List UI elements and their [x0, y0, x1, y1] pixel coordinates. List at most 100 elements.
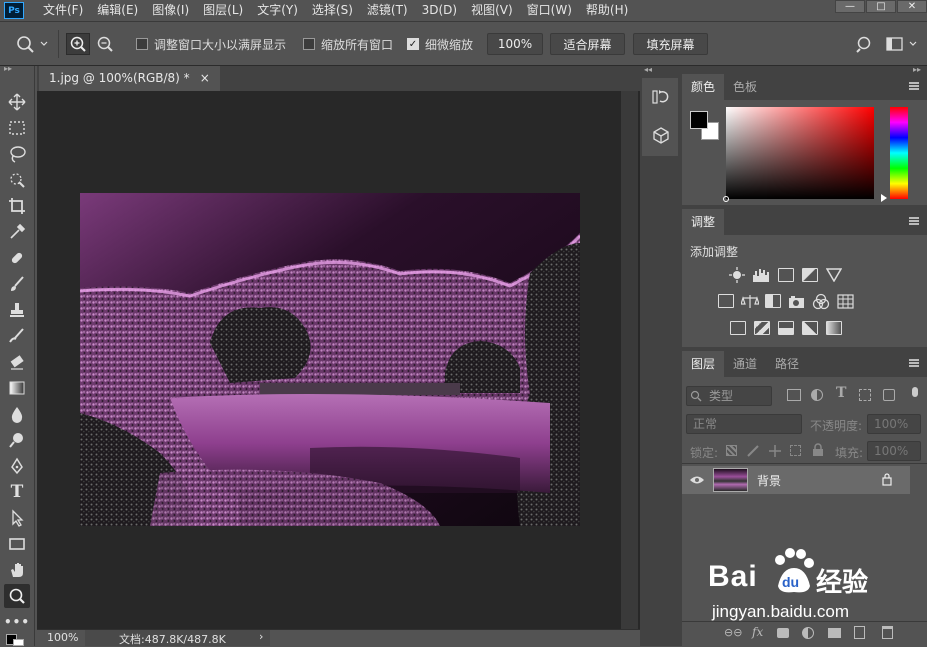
tab-layers[interactable]: 图层 [682, 351, 725, 377]
eye-icon[interactable] [689, 475, 705, 485]
layer-row-background[interactable]: 背景 [682, 466, 910, 494]
dodge-tool[interactable] [4, 428, 30, 452]
invert-icon[interactable] [730, 321, 746, 335]
maximize-button[interactable]: □ [866, 0, 896, 13]
eyedropper-tool[interactable] [4, 220, 30, 244]
scrubby-zoom-option[interactable]: ✓ 细微缩放 [407, 33, 473, 55]
marquee-tool[interactable] [4, 116, 30, 140]
foreground-color-swatch[interactable] [690, 111, 708, 129]
layers-panel-menu-icon[interactable] [909, 359, 919, 367]
move-tool[interactable] [4, 90, 30, 114]
path-selection-tool[interactable] [4, 506, 30, 530]
hue-slider[interactable] [890, 107, 908, 199]
layer-name[interactable]: 背景 [757, 472, 781, 489]
vibrance-icon[interactable] [826, 268, 842, 282]
channel-mixer-icon[interactable] [812, 293, 830, 311]
levels-icon[interactable] [752, 267, 772, 283]
quick-selection-tool[interactable] [4, 168, 30, 192]
color-panel-menu-icon[interactable] [909, 82, 919, 90]
black-white-icon[interactable] [765, 294, 781, 308]
lock-all-icon[interactable] [812, 443, 824, 457]
type-tool[interactable]: T [4, 480, 30, 504]
menu-layer[interactable]: 图层(L) [196, 0, 250, 21]
zoom-all-option[interactable]: 缩放所有窗口 [303, 33, 393, 55]
gradient-map-icon[interactable] [826, 321, 842, 335]
lock-transparent-icon[interactable] [726, 445, 737, 456]
resize-windows-checkbox[interactable] [136, 38, 148, 50]
history-panel-button[interactable] [652, 88, 670, 109]
zoom-percent-field[interactable]: 100% [487, 33, 543, 55]
workspace-switcher[interactable] [886, 33, 920, 55]
close-button[interactable]: ✕ [897, 0, 927, 13]
fit-screen-button[interactable]: 适合屏幕 [550, 33, 625, 55]
collapse-toolbar-icon[interactable]: ▸▸ [4, 64, 12, 73]
fill-field[interactable]: 100% [867, 441, 921, 461]
blend-mode-select[interactable]: 正常 [686, 414, 802, 434]
photo-filter-icon[interactable] [788, 294, 806, 310]
vertical-scrollbar[interactable] [621, 91, 638, 629]
brush-tool[interactable] [4, 272, 30, 296]
color-balance-icon[interactable] [741, 294, 759, 310]
tab-channels[interactable]: 通道 [724, 351, 766, 377]
properties-3d-button[interactable] [652, 126, 670, 147]
filter-adjustment-icon[interactable] [811, 389, 823, 401]
lock-pixels-icon[interactable] [746, 444, 760, 458]
status-menu-arrow[interactable]: › [259, 630, 263, 643]
curves-icon[interactable] [778, 268, 794, 282]
menu-select[interactable]: 选择(S) [305, 0, 360, 21]
filter-type-icon[interactable]: T [836, 385, 846, 401]
search-button[interactable] [856, 33, 874, 55]
rectangle-tool[interactable] [4, 532, 30, 556]
filter-smart-object-icon[interactable] [883, 389, 895, 401]
brightness-contrast-icon[interactable] [729, 267, 745, 283]
collapse-right-icon[interactable]: ▸▸ [913, 65, 921, 74]
color-swatches[interactable] [6, 634, 30, 646]
blur-tool[interactable] [4, 402, 30, 426]
selective-color-icon[interactable] [802, 321, 818, 335]
color-picker-handle[interactable] [723, 196, 729, 202]
pen-tool[interactable] [4, 454, 30, 478]
posterize-icon[interactable] [754, 321, 770, 335]
status-zoom[interactable]: 100% [47, 631, 78, 644]
tab-color[interactable]: 颜色 [682, 74, 725, 100]
tab-paths[interactable]: 路径 [766, 351, 808, 377]
opacity-field[interactable]: 100% [867, 414, 921, 434]
collapse-dock-icon[interactable]: ◂◂ [644, 65, 652, 74]
zoom-in-button[interactable] [66, 33, 90, 55]
menu-image[interactable]: 图像(I) [145, 0, 196, 21]
hue-slider-handle[interactable] [881, 194, 887, 202]
menu-type[interactable]: 文字(Y) [250, 0, 305, 21]
fill-screen-button[interactable]: 填充屏幕 [633, 33, 708, 55]
tab-adjustments[interactable]: 调整 [682, 209, 725, 235]
zoom-tool-preset[interactable] [14, 33, 48, 55]
filter-toggle-icon[interactable] [912, 387, 918, 397]
close-tab-icon[interactable]: × [200, 66, 210, 91]
menu-help[interactable]: 帮助(H) [579, 0, 635, 21]
lasso-tool[interactable] [4, 142, 30, 166]
resize-windows-option[interactable]: 调整窗口大小以满屏显示 [136, 33, 286, 55]
hue-saturation-icon[interactable] [718, 294, 734, 308]
zoom-tool[interactable] [4, 584, 30, 608]
zoom-out-button[interactable] [94, 33, 116, 55]
scrubby-zoom-checkbox[interactable]: ✓ [407, 38, 419, 50]
healing-brush-tool[interactable] [4, 246, 30, 270]
eraser-tool[interactable] [4, 350, 30, 374]
menu-filter[interactable]: 滤镜(T) [360, 0, 415, 21]
history-brush-tool[interactable] [4, 324, 30, 348]
menu-edit[interactable]: 编辑(E) [90, 0, 145, 21]
filter-pixel-icon[interactable] [787, 389, 801, 401]
menu-window[interactable]: 窗口(W) [520, 0, 579, 21]
canvas-image[interactable] [80, 193, 580, 526]
color-lookup-icon[interactable] [837, 294, 854, 309]
exposure-icon[interactable] [802, 268, 818, 282]
lock-artboard-icon[interactable] [790, 445, 801, 456]
document-tab[interactable]: 1.jpg @ 100%(RGB/8) * × [39, 66, 220, 91]
color-field[interactable] [723, 107, 874, 202]
filter-shape-icon[interactable] [859, 389, 871, 401]
hand-tool[interactable] [4, 558, 30, 582]
menu-view[interactable]: 视图(V) [464, 0, 520, 21]
menu-file[interactable]: 文件(F) [36, 0, 90, 21]
crop-tool[interactable] [4, 194, 30, 218]
menu-3d[interactable]: 3D(D) [415, 0, 464, 21]
gradient-tool[interactable] [4, 376, 30, 400]
